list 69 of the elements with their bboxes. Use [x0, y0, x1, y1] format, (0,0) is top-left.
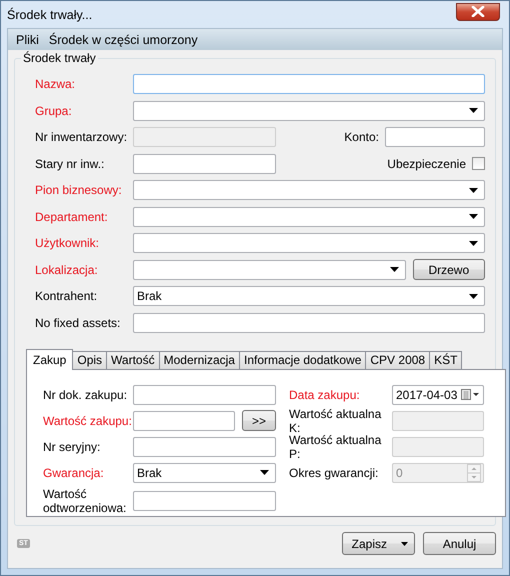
field-label: Okres gwarancji: — [289, 466, 380, 480]
field-label: Departament: — [34, 210, 109, 224]
text-field[interactable] — [133, 436, 276, 456]
caret-icon — [469, 294, 478, 298]
caret-icon — [469, 108, 478, 113]
text-field[interactable] — [133, 74, 485, 94]
transfer-button[interactable]: >> — [242, 410, 276, 431]
dropdown-field[interactable]: Brak — [133, 462, 276, 482]
group-title: Środek trwały — [21, 51, 98, 65]
spinner-arrows-icon — [467, 464, 481, 482]
spin-value: 0 — [396, 466, 403, 480]
checkbox-label: Ubezpieczenie — [387, 156, 466, 170]
tab[interactable]: Zakup — [26, 348, 74, 370]
field-label: No fixed assets: — [34, 316, 122, 330]
dropdown-value: Brak — [137, 289, 162, 303]
date-picker[interactable]: 2017-04-03 — [392, 384, 484, 404]
field-label: Grupa: — [34, 104, 73, 118]
text-field[interactable] — [133, 312, 485, 332]
tab[interactable]: Informacje dodatkowe — [238, 350, 366, 368]
calendar-icon — [461, 389, 481, 400]
field-label: Wartość aktualna P: — [289, 432, 382, 460]
text-field[interactable] — [385, 127, 485, 147]
menu-item[interactable]: Pliki — [16, 32, 39, 46]
caret-icon — [469, 214, 478, 219]
field-label: Wartość zakupu: — [43, 414, 133, 428]
field-label: Pion biznesowy: — [34, 183, 123, 197]
tab[interactable]: KŚT — [429, 350, 462, 368]
field-label: Nazwa: — [34, 77, 76, 91]
field-label: Użytkownik: — [34, 236, 100, 250]
tab[interactable]: CPV 2008 — [365, 350, 430, 368]
dropdown-field[interactable] — [133, 260, 406, 280]
caret-icon — [469, 240, 478, 246]
dropdown-field[interactable] — [133, 100, 485, 120]
caret-icon — [401, 542, 408, 546]
field-label: Kontrahent: — [34, 289, 98, 303]
dropdown-field[interactable]: Brak — [133, 286, 485, 306]
field-label: Wartość aktualna K: — [289, 406, 382, 434]
tab[interactable]: Wartość — [106, 350, 160, 368]
field-label: Stary nr inw.: — [34, 156, 106, 170]
text-field[interactable] — [133, 490, 276, 510]
tab[interactable]: Modernizacja — [158, 350, 240, 368]
checkbox[interactable] — [472, 157, 485, 170]
caret-icon — [469, 188, 478, 192]
dropdown-field[interactable] — [133, 180, 485, 200]
tab[interactable]: Opis — [72, 350, 108, 368]
text-field[interactable] — [133, 154, 276, 174]
field-label: Nr inwentarzowy: — [34, 130, 128, 144]
field-label: Data zakupu: — [289, 388, 361, 402]
field-label: Nr seryjny: — [43, 440, 102, 454]
text-field[interactable] — [133, 384, 276, 404]
close-icon — [471, 6, 485, 17]
field-label: Gwarancja: — [43, 466, 105, 480]
field-label: Konto: — [344, 130, 379, 144]
date-value: 2017-04-03 — [396, 388, 458, 402]
field-label: Nr dok. zakupu: — [43, 388, 128, 402]
field-label: Lokalizacja: — [34, 262, 99, 276]
save-button[interactable]: Zapisz — [342, 532, 415, 555]
cancel-button[interactable]: Anuluj — [423, 532, 496, 555]
menu-item[interactable]: Środek w części umorzony — [48, 32, 198, 46]
caret-icon — [260, 470, 269, 475]
window-title: Środek trwały... — [7, 8, 92, 22]
caret-icon — [390, 267, 399, 272]
dropdown-value: Brak — [137, 466, 162, 480]
dropdown-field[interactable] — [133, 206, 485, 226]
close-button[interactable] — [456, 2, 500, 20]
text-field[interactable] — [133, 410, 235, 430]
field-label: Wartość odtworzeniowa: — [43, 486, 128, 514]
tree-button[interactable]: Drzewo — [412, 259, 485, 280]
dropdown-field[interactable] — [133, 233, 485, 253]
